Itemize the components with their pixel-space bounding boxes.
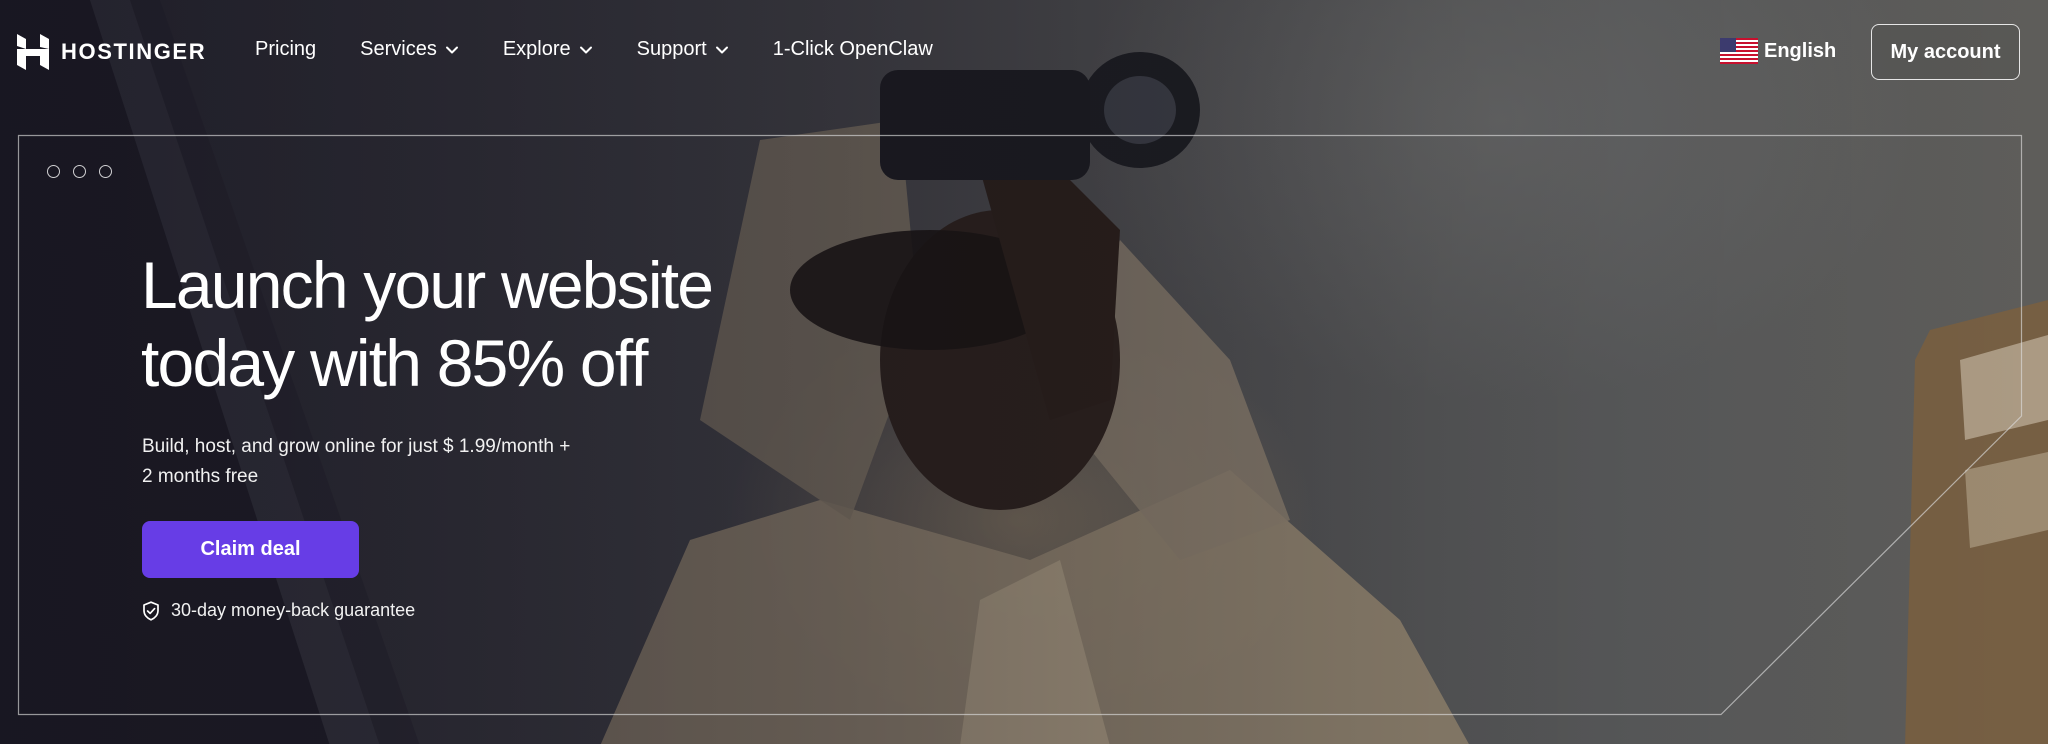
chevron-down-icon xyxy=(715,46,728,53)
window-dot xyxy=(73,165,86,178)
nav-item-label: Support xyxy=(636,38,707,60)
us-flag-icon xyxy=(1720,38,1758,64)
hero-headline-line: Launch your website xyxy=(141,248,714,322)
hero-subtitle-line: 2 months free xyxy=(142,466,259,487)
guarantee-text: 30-day money-back guarantee xyxy=(171,600,416,620)
nav-item-pricing[interactable]: Pricing xyxy=(255,38,316,61)
nav-item-explore[interactable]: Explore xyxy=(503,38,593,61)
language-selector[interactable]: English xyxy=(1720,38,1836,64)
nav-item-support[interactable]: Support xyxy=(637,38,729,61)
shield-check-icon xyxy=(143,600,159,621)
nav-item-openclaw[interactable]: 1-Click OpenClaw xyxy=(773,38,933,61)
hero-headline: Launch your website today with 85% off xyxy=(141,246,881,402)
chevron-down-icon xyxy=(579,46,592,53)
nav-item-label: Pricing xyxy=(255,38,317,60)
language-label: English xyxy=(1764,39,1837,62)
hero-subtitle: Build, host, and grow online for just $ … xyxy=(142,432,622,492)
nav-item-label: Explore xyxy=(502,38,571,60)
hero-subtitle-line: Build, host, and grow online for just $ … xyxy=(142,436,571,457)
main-nav: Pricing Services Explore Support 1-Click… xyxy=(255,38,977,61)
brand-logo[interactable]: HOSTINGER xyxy=(17,34,206,70)
hero-headline-line: today with 85% off xyxy=(141,326,649,400)
hostinger-logo-icon xyxy=(17,34,49,70)
claim-deal-button[interactable]: Claim deal xyxy=(142,521,359,578)
nav-item-label: Services xyxy=(360,38,437,60)
site-header: HOSTINGER Pricing Services Explore Suppo… xyxy=(0,0,2048,106)
nav-item-label: 1-Click OpenClaw xyxy=(772,38,933,60)
money-back-guarantee: 30-day money-back guarantee xyxy=(142,600,415,621)
brand-name: HOSTINGER xyxy=(61,39,207,64)
window-dot xyxy=(99,165,112,178)
nav-item-services[interactable]: Services xyxy=(360,38,459,61)
hero-section: HOSTINGER Pricing Services Explore Suppo… xyxy=(0,0,2048,746)
chevron-down-icon xyxy=(445,46,458,53)
window-dots xyxy=(47,165,125,178)
my-account-button[interactable]: My account xyxy=(1871,24,2020,80)
window-dot xyxy=(47,165,60,178)
